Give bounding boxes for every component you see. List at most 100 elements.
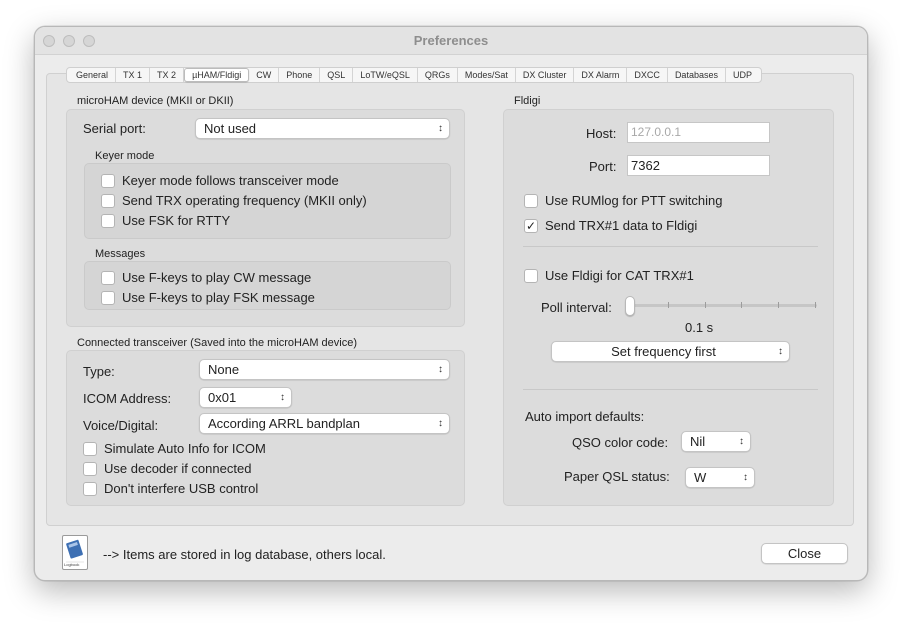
tab-general[interactable]: General bbox=[69, 68, 117, 82]
checkbox-box[interactable] bbox=[83, 481, 97, 496]
host-field[interactable]: 127.0.0.1 bbox=[627, 122, 770, 143]
icom-address-popup[interactable]: 0x01 ↕ bbox=[199, 387, 292, 408]
chevron-updown-icon: ↕ bbox=[743, 472, 748, 483]
option-checkbox[interactable]: Keyer mode follows transceiver mode bbox=[101, 173, 339, 188]
checkbox-box[interactable] bbox=[101, 213, 115, 228]
checkbox-box[interactable] bbox=[101, 290, 115, 305]
chevron-updown-icon: ↕ bbox=[438, 364, 443, 375]
serial-port-value: Not used bbox=[204, 121, 257, 136]
use-fldigi-cat-checkbox[interactable]: Use Fldigi for CAT TRX#1 bbox=[524, 268, 694, 283]
serial-port-popup[interactable]: Not used ↕ bbox=[195, 118, 450, 139]
chevron-updown-icon: ↕ bbox=[438, 123, 443, 134]
option-checkbox[interactable]: Send TRX operating frequency (MKII only) bbox=[101, 193, 367, 208]
qso-color-value: Nil bbox=[690, 434, 706, 449]
tab-lotw-eqsl[interactable]: LoTW/eQSL bbox=[353, 68, 418, 82]
chevron-updown-icon: ↕ bbox=[438, 418, 443, 429]
chevron-updown-icon: ↕ bbox=[280, 392, 285, 403]
checkbox-box[interactable] bbox=[524, 268, 538, 283]
use-rumlog-ptt-label: Use RUMlog for PTT switching bbox=[545, 193, 723, 208]
option-checkbox[interactable]: Use F-keys to play CW message bbox=[101, 270, 311, 285]
use-rumlog-ptt-checkbox[interactable]: Use RUMlog for PTT switching bbox=[524, 193, 722, 208]
slider-tick bbox=[815, 302, 816, 308]
title-bar: Preferences bbox=[35, 27, 867, 55]
tab-qrgs[interactable]: QRGs bbox=[418, 68, 458, 82]
type-label: Type: bbox=[83, 364, 115, 379]
option-checkbox[interactable]: Use F-keys to play FSK message bbox=[101, 290, 315, 305]
frequency-mode-popup[interactable]: Set frequency first ↕ bbox=[551, 341, 790, 362]
tab-cw[interactable]: CW bbox=[249, 68, 280, 82]
use-fldigi-cat-label: Use Fldigi for CAT TRX#1 bbox=[545, 268, 694, 283]
port-label: Port: bbox=[589, 159, 617, 174]
checkbox-box[interactable]: ✓ bbox=[524, 218, 538, 233]
option-label: Use F-keys to play FSK message bbox=[122, 290, 315, 305]
option-label: Use FSK for RTTY bbox=[122, 213, 231, 228]
send-trx-data-label: Send TRX#1 data to Fldigi bbox=[545, 218, 698, 233]
paper-qsl-popup[interactable]: W ↕ bbox=[685, 467, 755, 488]
chevron-updown-icon: ↕ bbox=[739, 436, 744, 447]
icom-address-label: ICOM Address: bbox=[83, 391, 172, 406]
tab-modes-sat[interactable]: Modes/Sat bbox=[458, 68, 516, 82]
frequency-mode-value: Set frequency first bbox=[611, 344, 716, 359]
transceiver-section-label: Connected transceiver (Saved into the mi… bbox=[77, 337, 358, 349]
type-popup[interactable]: None ↕ bbox=[199, 359, 450, 380]
paper-qsl-label: Paper QSL status: bbox=[564, 469, 670, 484]
tab-dx-alarm[interactable]: DX Alarm bbox=[574, 68, 628, 82]
host-label: Host: bbox=[586, 126, 617, 141]
voice-digital-value: According ARRL bandplan bbox=[208, 416, 361, 431]
slider-tick bbox=[778, 302, 780, 308]
option-checkbox[interactable]: Use decoder if connected bbox=[83, 461, 251, 476]
poll-interval-value: 0.1 s bbox=[685, 320, 714, 335]
tab-bar: General TX 1 TX 2 µHAM/Fldigi CW Phone QSL LoTW… bbox=[66, 67, 762, 83]
window-title: Preferences bbox=[413, 33, 489, 48]
port-value: 7362 bbox=[631, 158, 660, 173]
slider-tick bbox=[704, 302, 706, 308]
tab-dxcc[interactable]: DXCC bbox=[627, 68, 668, 82]
paper-qsl-value: W bbox=[694, 470, 707, 485]
option-label: Use decoder if connected bbox=[104, 461, 252, 476]
separator bbox=[523, 246, 818, 247]
checkmark-icon: ✓ bbox=[525, 218, 537, 233]
option-label: Simulate Auto Info for ICOM bbox=[104, 441, 266, 456]
tab-tx-1[interactable]: TX 1 bbox=[116, 68, 151, 82]
poll-interval-label: Poll interval: bbox=[541, 300, 612, 315]
option-label: Send TRX operating frequency (MKII only) bbox=[122, 193, 367, 208]
qso-color-label: QSO color code: bbox=[572, 435, 669, 450]
poll-interval-slider-knob[interactable] bbox=[625, 296, 635, 316]
option-checkbox[interactable]: Don't interfere USB control bbox=[83, 481, 258, 496]
send-trx-data-checkbox[interactable]: ✓ Send TRX#1 data to Fldigi bbox=[524, 218, 697, 233]
poll-interval-slider[interactable] bbox=[629, 304, 817, 307]
slider-tick bbox=[741, 302, 743, 308]
tab-qsl[interactable]: QSL bbox=[320, 68, 354, 82]
tab-dx-cluster[interactable]: DX Cluster bbox=[516, 68, 575, 82]
option-checkbox[interactable]: Use FSK for RTTY bbox=[101, 213, 230, 228]
preferences-window: Preferences General TX 1 TX 2 µHAM/Fldigi CW… bbox=[34, 26, 868, 581]
qso-color-popup[interactable]: Nil ↕ bbox=[681, 431, 751, 452]
fldigi-section-label: Fldigi bbox=[514, 95, 541, 107]
checkbox-box[interactable] bbox=[101, 270, 115, 285]
close-button[interactable]: Close bbox=[761, 543, 848, 564]
tab-databases[interactable]: Databases bbox=[668, 68, 726, 82]
tab-tx-2[interactable]: TX 2 bbox=[150, 68, 185, 82]
serial-port-label: Serial port: bbox=[83, 121, 146, 136]
port-field[interactable]: 7362 bbox=[627, 155, 770, 176]
option-label: Don't interfere USB control bbox=[104, 481, 259, 496]
checkbox-box[interactable] bbox=[101, 173, 115, 188]
tab--ham-fldigi[interactable]: µHAM/Fldigi bbox=[184, 68, 250, 82]
messages-label: Messages bbox=[95, 248, 146, 260]
option-checkbox[interactable]: Simulate Auto Info for ICOM bbox=[83, 441, 266, 456]
separator bbox=[523, 389, 818, 390]
chevron-updown-icon: ↕ bbox=[778, 346, 783, 357]
option-label: Keyer mode follows transceiver mode bbox=[122, 173, 339, 188]
logbook-icon-text: Logbook bbox=[64, 562, 80, 567]
type-value: None bbox=[208, 362, 240, 377]
tab-phone[interactable]: Phone bbox=[279, 68, 321, 82]
auto-import-label: Auto import defaults: bbox=[525, 409, 645, 424]
voice-digital-popup[interactable]: According ARRL bandplan ↕ bbox=[199, 413, 450, 434]
checkbox-box[interactable] bbox=[83, 441, 97, 456]
tab-udp[interactable]: UDP bbox=[726, 68, 759, 82]
host-placeholder: 127.0.0.1 bbox=[631, 125, 682, 139]
checkbox-box[interactable] bbox=[83, 461, 97, 476]
checkbox-box[interactable] bbox=[101, 193, 115, 208]
checkbox-box[interactable] bbox=[524, 193, 538, 208]
slider-tick bbox=[667, 302, 669, 308]
